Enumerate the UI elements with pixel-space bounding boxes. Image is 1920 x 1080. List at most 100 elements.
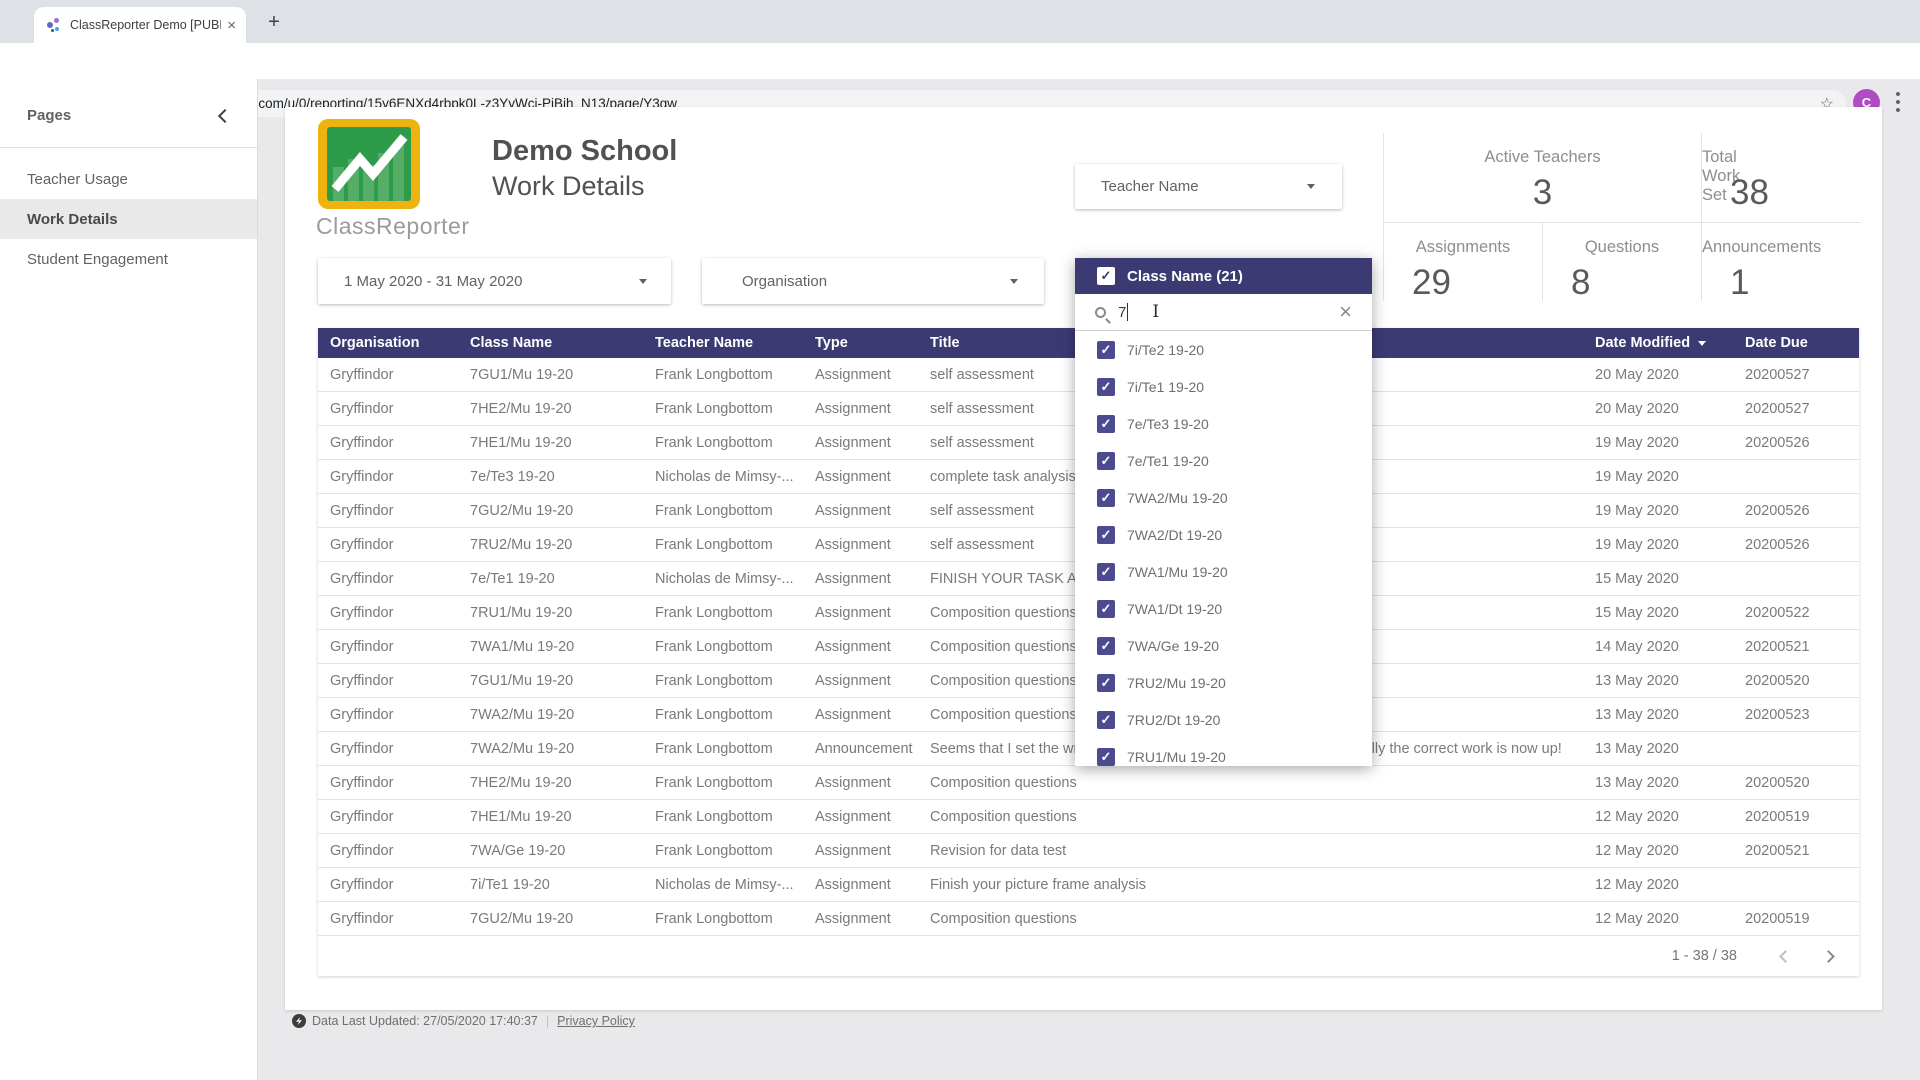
previous-page-icon[interactable]: [1779, 950, 1792, 963]
class-name-option[interactable]: 7i/Te1 19-20: [1075, 368, 1372, 405]
class-name-option[interactable]: 7e/Te3 19-20: [1075, 405, 1372, 442]
checked-checkbox[interactable]: [1097, 526, 1115, 544]
checked-checkbox[interactable]: [1097, 378, 1115, 396]
column-header-class-name[interactable]: Class Name: [458, 335, 643, 351]
class-name-option-label: 7WA1/Dt 19-20: [1127, 601, 1222, 617]
cell-class-name: 7RU2/Mu 19-20: [458, 537, 643, 553]
class-name-option[interactable]: 7RU1/Mu 19-20: [1075, 738, 1372, 766]
chevron-down-icon: [1307, 184, 1315, 189]
cell-date-modified: 13 May 2020: [1583, 673, 1733, 689]
search-icon: [1095, 307, 1106, 318]
class-name-option[interactable]: 7RU2/Mu 19-20: [1075, 664, 1372, 701]
class-name-option-label: 7WA/Ge 19-20: [1127, 638, 1219, 654]
teacher-name-filter[interactable]: Teacher Name: [1075, 164, 1342, 209]
clear-search-icon[interactable]: ×: [1339, 302, 1352, 322]
class-name-option[interactable]: 7WA1/Mu 19-20: [1075, 553, 1372, 590]
next-page-icon[interactable]: [1822, 950, 1835, 963]
cell-date-modified: 13 May 2020: [1583, 741, 1733, 757]
browser-toolbar: ← → ⟳ datastudio.google.com/u/0/reportin…: [0, 43, 1920, 79]
table-row: Gryffindor 7i/Te1 19-20 Nicholas de Mims…: [318, 868, 1859, 902]
cell-organisation: Gryffindor: [318, 367, 458, 383]
class-name-option[interactable]: 7WA1/Dt 19-20: [1075, 590, 1372, 627]
class-name-option[interactable]: 7WA/Ge 19-20: [1075, 627, 1372, 664]
close-tab-icon[interactable]: ×: [227, 18, 236, 33]
class-name-option[interactable]: 7e/Te1 19-20: [1075, 442, 1372, 479]
ibeam-cursor: I: [1152, 302, 1159, 322]
scorecard-label: Assignments: [1384, 238, 1542, 257]
cell-teacher-name: Frank Longbottom: [643, 401, 803, 417]
cell-class-name: 7GU1/Mu 19-20: [458, 673, 643, 689]
cell-date-due: 20200523: [1733, 707, 1859, 723]
checked-checkbox[interactable]: [1097, 600, 1115, 618]
checked-checkbox[interactable]: [1097, 637, 1115, 655]
chevron-down-icon: [1010, 279, 1018, 284]
cell-organisation: Gryffindor: [318, 605, 458, 621]
cell-date-modified: 12 May 2020: [1583, 843, 1733, 859]
class-name-option[interactable]: 7i/Te2 19-20: [1075, 331, 1372, 368]
cell-organisation: Gryffindor: [318, 741, 458, 757]
checked-checkbox[interactable]: [1097, 489, 1115, 507]
cell-organisation: Gryffindor: [318, 877, 458, 893]
page-title: Work Details: [492, 171, 645, 202]
cell-organisation: Gryffindor: [318, 809, 458, 825]
class-name-option-label: 7WA1/Mu 19-20: [1127, 564, 1228, 580]
cell-date-due: 20200521: [1733, 843, 1859, 859]
collapse-sidebar-icon[interactable]: [218, 109, 232, 123]
checked-checkbox[interactable]: [1097, 341, 1115, 359]
sidebar-page-item[interactable]: Work Details: [0, 199, 257, 239]
cell-class-name: 7WA2/Mu 19-20: [458, 741, 643, 757]
cell-organisation: Gryffindor: [318, 571, 458, 587]
cell-teacher-name: Nicholas de Mimsy-...: [643, 469, 803, 485]
search-input[interactable]: 7: [1118, 304, 1126, 321]
column-header-teacher-name[interactable]: Teacher Name: [643, 335, 803, 351]
report-footer: Data Last Updated: 27/05/2020 17:40:37 |…: [292, 1014, 635, 1028]
sidebar-page-list: Teacher Usage Work Details Student Engag…: [0, 148, 257, 279]
class-name-dropdown-header[interactable]: Class Name (21): [1075, 258, 1372, 294]
cell-teacher-name: Frank Longbottom: [643, 367, 803, 383]
organisation-filter[interactable]: Organisation: [702, 258, 1044, 304]
cell-date-modified: 13 May 2020: [1583, 707, 1733, 723]
cell-title: Composition questions: [918, 809, 1583, 825]
cell-teacher-name: Frank Longbottom: [643, 741, 803, 757]
checked-checkbox[interactable]: [1097, 674, 1115, 692]
scorecard-value: 3: [1384, 173, 1701, 213]
browser-tab[interactable]: ClassReporter Demo [PUBLIC] ×: [34, 7, 246, 43]
cell-date-due: 20200520: [1733, 775, 1859, 791]
cell-class-name: 7e/Te3 19-20: [458, 469, 643, 485]
class-name-option[interactable]: 7RU2/Dt 19-20: [1075, 701, 1372, 738]
checked-checkbox[interactable]: [1097, 415, 1115, 433]
sidebar-page-item[interactable]: Teacher Usage: [0, 159, 257, 199]
cell-type: Assignment: [803, 707, 918, 723]
class-name-option[interactable]: 7WA2/Mu 19-20: [1075, 479, 1372, 516]
cell-date-modified: 19 May 2020: [1583, 435, 1733, 451]
cell-date-due: 20200527: [1733, 367, 1859, 383]
cell-type: Assignment: [803, 537, 918, 553]
column-header-date-modified[interactable]: Date Modified: [1583, 335, 1733, 351]
cell-teacher-name: Frank Longbottom: [643, 605, 803, 621]
table-row: Gryffindor 7HE2/Mu 19-20 Frank Longbotto…: [318, 766, 1859, 800]
pagination-range: 1 - 38 / 38: [1672, 948, 1737, 964]
cell-date-due: 20200519: [1733, 809, 1859, 825]
select-all-checkbox[interactable]: [1097, 267, 1115, 285]
column-header-type[interactable]: Type: [803, 335, 918, 351]
cell-type: Assignment: [803, 809, 918, 825]
scorecard-label: Active Teachers: [1384, 148, 1701, 167]
sidebar-page-item[interactable]: Student Engagement: [0, 239, 257, 279]
column-header-date-due[interactable]: Date Due: [1733, 335, 1859, 351]
checked-checkbox[interactable]: [1097, 563, 1115, 581]
browser-menu-icon[interactable]: •••: [1893, 90, 1903, 114]
data-last-updated: Data Last Updated: 27/05/2020 17:40:37: [312, 1014, 538, 1028]
checked-checkbox[interactable]: [1097, 711, 1115, 729]
column-header-organisation[interactable]: Organisation: [318, 335, 458, 351]
date-range-filter[interactable]: 1 May 2020 - 31 May 2020: [318, 258, 671, 304]
new-tab-button[interactable]: +: [262, 11, 286, 35]
checked-checkbox[interactable]: [1097, 748, 1115, 766]
class-name-option[interactable]: 7WA2/Dt 19-20: [1075, 516, 1372, 553]
cell-organisation: Gryffindor: [318, 673, 458, 689]
checked-checkbox[interactable]: [1097, 452, 1115, 470]
cell-class-name: 7HE1/Mu 19-20: [458, 809, 643, 825]
privacy-policy-link[interactable]: Privacy Policy: [557, 1014, 635, 1028]
class-name-option-label: 7WA2/Dt 19-20: [1127, 527, 1222, 543]
cell-date-modified: 12 May 2020: [1583, 877, 1733, 893]
cell-teacher-name: Frank Longbottom: [643, 707, 803, 723]
